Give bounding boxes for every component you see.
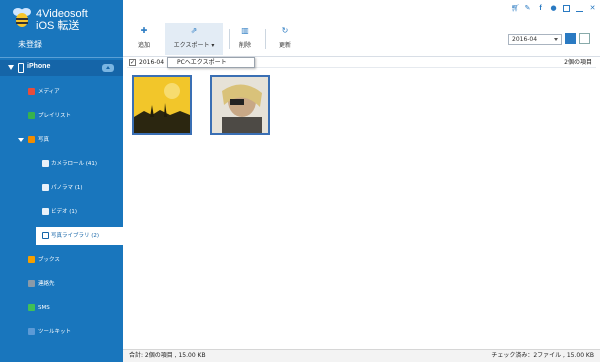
facebook-icon[interactable]: f	[537, 5, 544, 12]
export-label: エクスポート ▾	[173, 42, 215, 49]
playlist-icon	[28, 112, 35, 119]
sms-icon	[28, 304, 35, 311]
group-checkbox[interactable]: ✓	[129, 59, 136, 66]
toolkit-icon	[28, 328, 35, 335]
menu-item-export-to-pc[interactable]: PCへエクスポート	[177, 59, 227, 66]
bee-logo-icon	[13, 8, 31, 27]
add-button[interactable]: ✚ 追加	[129, 23, 159, 55]
window-controls: 🛒︎ ✎ f ● ✕	[511, 5, 596, 12]
close-icon[interactable]: ✕	[589, 5, 596, 12]
refresh-icon: ↻	[281, 26, 289, 35]
photo-thumbnail[interactable]	[132, 75, 192, 135]
sidebar-item-label: 連絡先	[38, 281, 55, 287]
app-window: 4Videosoft iOS 転送 未登録 iPhone メディア プレイリスト…	[0, 0, 600, 362]
list-view-icon[interactable]	[565, 33, 576, 44]
status-bar: 合計: 2個の項目 , 15.00 KB チェック済み：2ファイル , 15.0…	[123, 349, 600, 362]
export-button[interactable]: ⇗ エクスポート ▾	[165, 23, 223, 55]
toolbar-separator	[229, 29, 230, 49]
feedback-icon[interactable]	[563, 5, 570, 12]
delete-label: 削除	[238, 42, 251, 49]
sidebar-item-label: 写真ライブラリ (2)	[51, 233, 100, 239]
wrench-icon[interactable]: ✎	[524, 5, 531, 12]
sunset-photo	[134, 77, 190, 133]
phone-icon	[18, 63, 24, 73]
sidebar-item-sms[interactable]: SMS	[0, 299, 123, 317]
eject-icon[interactable]	[102, 64, 114, 72]
sidebar-item-panorama[interactable]: パノラマ (1)	[0, 179, 123, 197]
woman-photo	[212, 77, 268, 133]
toolbar-separator	[265, 29, 266, 49]
trash-icon: ▥	[241, 26, 249, 35]
status-checked: チェック済み：2ファイル , 15.00 KB	[491, 352, 594, 359]
export-text: エクスポート	[173, 42, 210, 49]
device-name: iPhone	[27, 63, 51, 70]
sidebar-item-media[interactable]: メディア	[0, 83, 123, 101]
app-title-line1: 4Videosoft	[36, 8, 88, 20]
sidebar-item-label: メディア	[38, 89, 60, 95]
plus-icon: ✚	[140, 26, 148, 35]
sidebar-item-playlist[interactable]: プレイリスト	[0, 107, 123, 125]
sidebar-item-label: SMS	[38, 305, 50, 311]
delete-button[interactable]: ▥ 削除	[231, 23, 259, 55]
refresh-label: 更新	[278, 42, 291, 49]
sidebar-item-label: カメラロール (41)	[51, 161, 98, 167]
export-dropdown-menu: PCへエクスポート	[167, 57, 255, 68]
sidebar-item-photos[interactable]: 写真	[0, 131, 123, 149]
unregistered-label: 未登録	[18, 40, 42, 49]
sidebar-item-label: プレイリスト	[38, 113, 72, 119]
app-title: 4Videosoft iOS 転送	[36, 8, 88, 32]
folder-icon	[42, 160, 49, 167]
app-title-line2: iOS 転送	[36, 20, 80, 32]
grid-view-icon[interactable]	[579, 33, 590, 44]
music-icon	[28, 88, 35, 95]
refresh-button[interactable]: ↻ 更新	[271, 23, 299, 55]
photo-thumbnail[interactable]	[210, 75, 270, 135]
sidebar-item-camera-roll[interactable]: カメラロール (41)	[0, 155, 123, 173]
folder-icon	[42, 232, 49, 239]
main-panel: 🛒︎ ✎ f ● ✕ ✚ 追加 ⇗ エクスポート ▾ ▥ 削除 ↻ 更新 201…	[123, 0, 600, 362]
cart-icon[interactable]: 🛒︎	[511, 5, 520, 12]
device-row-iphone[interactable]: iPhone	[0, 60, 123, 76]
group-item-count: 2個の項目	[564, 59, 592, 66]
sidebar-item-label: ブックス	[38, 257, 60, 263]
share-icon: ⇗	[190, 26, 198, 35]
group-date: 2016-04	[139, 59, 165, 66]
photos-icon	[28, 136, 35, 143]
sidebar-item-books[interactable]: ブックス	[0, 251, 123, 269]
books-icon	[28, 256, 35, 263]
expand-arrow-icon[interactable]	[8, 65, 14, 70]
sidebar-item-label: 写真	[38, 137, 50, 143]
sidebar-item-label: ビデオ (1)	[51, 209, 78, 215]
sidebar: 4Videosoft iOS 転送 未登録 iPhone メディア プレイリスト…	[0, 0, 123, 362]
status-total: 合計: 2個の項目 , 15.00 KB	[129, 352, 206, 359]
sidebar-item-contacts[interactable]: 連絡先	[0, 275, 123, 293]
sidebar-item-label: パノラマ (1)	[51, 185, 83, 191]
add-label: 追加	[137, 42, 150, 49]
contacts-icon	[28, 280, 35, 287]
sidebar-item-toolkit[interactable]: ツールキット	[0, 323, 123, 341]
chat-icon[interactable]: ●	[550, 5, 557, 12]
folder-icon	[42, 208, 49, 215]
minimize-icon[interactable]	[576, 5, 583, 12]
sidebar-item-label: ツールキット	[38, 329, 72, 335]
collapse-arrow-icon[interactable]	[18, 138, 24, 142]
folder-icon	[42, 184, 49, 191]
sidebar-item-photo-library[interactable]: 写真ライブラリ (2)	[36, 227, 123, 245]
date-filter-select[interactable]: 2016-04	[508, 34, 562, 45]
sidebar-divider	[0, 57, 123, 58]
sidebar-item-video[interactable]: ビデオ (1)	[0, 203, 123, 221]
